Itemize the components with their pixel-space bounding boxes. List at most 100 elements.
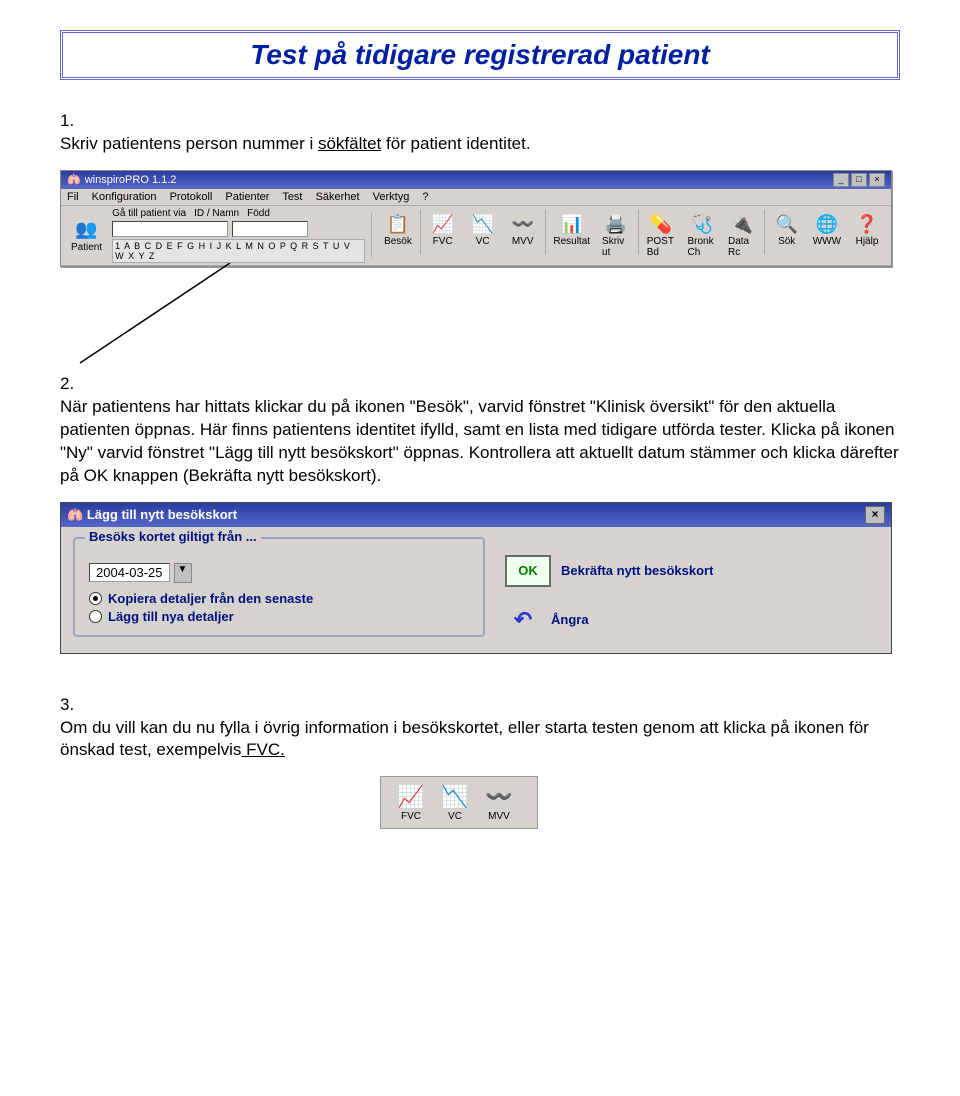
- fvc-icon: 📈: [429, 212, 457, 236]
- undo-caption: Ångra: [551, 612, 589, 627]
- step1-text-a: Skriv patientens person nummer i: [60, 134, 318, 153]
- step3-text: Om du vill kan du nu fylla i övrig infor…: [60, 718, 869, 760]
- besök-icon: 📋: [384, 212, 412, 236]
- window-titlebar: 🫁 winspiroPRO 1.1.2 _ □ ×: [61, 171, 891, 189]
- mini-button-mvv[interactable]: 〰️MVV: [477, 781, 521, 824]
- toolbar-button-sök[interactable]: 🔍Sök: [767, 210, 807, 260]
- undo-row: ↶ Ångra: [505, 605, 713, 635]
- toolbar-button-label: Resultat: [553, 236, 590, 247]
- label-fodd: Född: [247, 208, 270, 219]
- label-ga: Gå till patient via: [112, 208, 186, 219]
- radio-copy-details[interactable]: Kopiera detaljer från den senaste: [89, 591, 469, 606]
- step3: 3. Om du vill kan du nu fylla i övrig in…: [60, 694, 900, 763]
- app-icon: 🫁: [67, 173, 81, 186]
- close-icon[interactable]: ×: [869, 173, 885, 187]
- ok-button[interactable]: OK: [505, 555, 551, 587]
- menu-patienter[interactable]: Patienter: [225, 191, 269, 203]
- step3-num: 3.: [60, 695, 74, 714]
- pointer-line: [60, 273, 890, 363]
- radio-selected-icon: [89, 592, 102, 605]
- toolbar-button-label: WWW: [813, 236, 841, 247]
- toolbar-button-data-rc[interactable]: 🔌Data Rc: [722, 210, 762, 260]
- radio-new-label: Lägg till nya detaljer: [108, 609, 234, 624]
- mini-button-label: FVC: [401, 811, 421, 822]
- window-buttons[interactable]: _ □ ×: [833, 173, 885, 187]
- toolbar-button-post-bd[interactable]: 💊POST Bd: [641, 210, 682, 260]
- menu-help[interactable]: ?: [422, 191, 428, 203]
- mvv-icon: 〰️: [509, 212, 537, 236]
- patient-button[interactable]: 👥 Patient: [65, 216, 108, 255]
- step3-link: FVC.: [241, 740, 284, 759]
- id-name-input[interactable]: [112, 221, 228, 237]
- mini-button-label: MVV: [488, 811, 510, 822]
- date-picker[interactable]: 2004-03-25 ▼: [89, 563, 469, 583]
- radio-unselected-icon: [89, 610, 102, 623]
- toolbar-button-hjälp[interactable]: ❓Hjälp: [847, 210, 887, 260]
- bronk-ch-icon: 🩺: [688, 212, 716, 236]
- hjälp-icon: ❓: [853, 212, 881, 236]
- search-fields: Gå till patient via ID / Namn Född 1 A B…: [112, 208, 365, 263]
- undo-button[interactable]: ↶: [505, 605, 541, 635]
- menu-protokoll[interactable]: Protokoll: [170, 191, 213, 203]
- mini-button-fvc[interactable]: 📈FVC: [389, 781, 433, 824]
- post-bd-icon: 💊: [647, 212, 675, 236]
- toolbar-button-label: VC: [476, 236, 490, 247]
- menu-fil[interactable]: Fil: [67, 191, 79, 203]
- toolbar-button-label: Hjälp: [856, 236, 879, 247]
- toolbar-button-fvc[interactable]: 📈FVC: [423, 210, 463, 260]
- toolbar-button-label: MVV: [512, 236, 534, 247]
- toolbar-button-besök[interactable]: 📋Besök: [378, 210, 418, 260]
- toolbar-button-resultat[interactable]: 📊Resultat: [547, 210, 596, 260]
- groupbox-legend: Besöks kortet giltigt från ...: [85, 529, 261, 544]
- toolbar-button-label: Bronk Ch: [688, 236, 717, 258]
- patient-button-label: Patient: [71, 242, 102, 253]
- toolbar-button-label: FVC: [433, 236, 453, 247]
- mini-button-label: VC: [448, 811, 462, 822]
- app-toolbar-screenshot: 🫁 winspiroPRO 1.1.2 _ □ × Fil Konfigurat…: [60, 170, 892, 267]
- validity-groupbox: Besöks kortet giltigt från ... 2004-03-2…: [73, 537, 485, 637]
- toolbar-row: 👥 Patient Gå till patient via ID / Namn …: [61, 206, 891, 266]
- toolbar-button-vc[interactable]: 📉VC: [463, 210, 503, 260]
- radio-new-details[interactable]: Lägg till nya detaljer: [89, 609, 469, 624]
- page-title-frame: Test på tidigare registrerad patient: [60, 30, 900, 80]
- mini-toolbar-screenshot: 📈FVC📉VC〰️MVV: [380, 776, 538, 829]
- app-title: winspiroPRO 1.1.2: [85, 174, 177, 186]
- dialog-close-icon[interactable]: ×: [865, 506, 885, 524]
- menu-test[interactable]: Test: [282, 191, 302, 203]
- sök-icon: 🔍: [773, 212, 801, 236]
- menu-bar[interactable]: Fil Konfiguration Protokoll Patienter Te…: [61, 189, 891, 206]
- menu-sakerhet[interactable]: Säkerhet: [316, 191, 360, 203]
- people-icon: 👥: [73, 218, 101, 242]
- data-rc-icon: 🔌: [728, 212, 756, 236]
- dialog-title-text: Lägg till nytt besökskort: [87, 507, 237, 522]
- toolbar-button-mvv[interactable]: 〰️MVV: [503, 210, 543, 260]
- alphabet-filter[interactable]: 1 A B C D E F G H I J K L M N O P Q R S …: [112, 239, 365, 263]
- chevron-down-icon[interactable]: ▼: [174, 563, 192, 583]
- dialog-screenshot: 🫁 Lägg till nytt besökskort × Besöks kor…: [60, 502, 892, 654]
- toolbar-button-bronk-ch[interactable]: 🩺Bronk Ch: [682, 210, 723, 260]
- menu-konfiguration[interactable]: Konfiguration: [92, 191, 157, 203]
- vc-icon: 📉: [437, 783, 473, 811]
- toolbar-button-label: Besök: [384, 236, 412, 247]
- mvv-icon: 〰️: [481, 783, 517, 811]
- dialog-icon: 🫁: [67, 507, 83, 523]
- fodd-input[interactable]: [232, 221, 308, 237]
- menu-verktyg[interactable]: Verktyg: [373, 191, 410, 203]
- dialog-titlebar: 🫁 Lägg till nytt besökskort ×: [61, 503, 891, 527]
- minimize-icon[interactable]: _: [833, 173, 849, 187]
- mini-button-vc[interactable]: 📉VC: [433, 781, 477, 824]
- maximize-icon[interactable]: □: [851, 173, 867, 187]
- step1-text-b: för patient identitet.: [381, 134, 530, 153]
- step1-link: sökfältet: [318, 134, 381, 153]
- step1: 1. Skriv patientens person nummer i sökf…: [60, 110, 900, 156]
- www-icon: 🌐: [813, 212, 841, 236]
- toolbar-button-www[interactable]: 🌐WWW: [807, 210, 847, 260]
- label-id: ID / Namn: [194, 208, 239, 219]
- step1-num: 1.: [60, 111, 74, 130]
- ok-row: OK Bekräfta nytt besökskort: [505, 555, 713, 587]
- date-value: 2004-03-25: [89, 563, 170, 582]
- radio-copy-label: Kopiera detaljer från den senaste: [108, 591, 313, 606]
- step2: 2. När patientens har hittats klickar du…: [60, 373, 900, 488]
- toolbar-button-skriv-ut[interactable]: 🖨️Skriv ut: [596, 210, 636, 260]
- page-title: Test på tidigare registrerad patient: [75, 39, 885, 71]
